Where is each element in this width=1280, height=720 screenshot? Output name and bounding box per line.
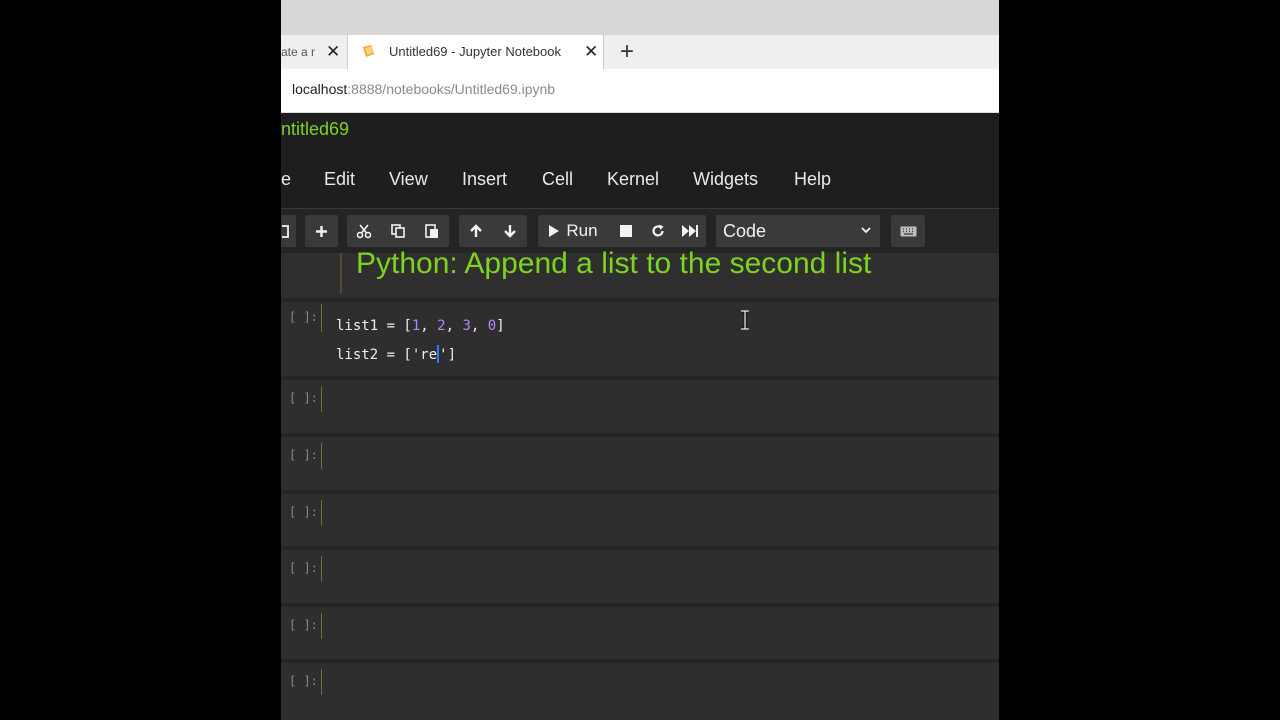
code-text: list2 = [ xyxy=(336,347,412,363)
tab-active-title: Untitled69 - Jupyter Notebook xyxy=(389,44,561,59)
code-number: 0 xyxy=(487,318,497,334)
code-text: list1 = [ xyxy=(336,318,412,334)
menu-bar: e Edit View Insert Cell Kernel Widgets H… xyxy=(281,169,999,193)
browser-window: ate a r ✕ Untitled69 - Jupyter Notebook … xyxy=(281,0,999,720)
cell-input-border xyxy=(321,386,322,412)
menu-kernel[interactable]: Kernel xyxy=(607,169,659,190)
code-line-1[interactable]: list1 = [1, 2, 3, 0] xyxy=(336,318,505,334)
cell-input-border xyxy=(321,613,322,639)
cell-prompt: [ ]: xyxy=(289,618,318,632)
jupyter-header: ntitled69 e Edit View Insert Cell Kernel… xyxy=(281,113,999,208)
code-string: 're xyxy=(411,347,438,363)
plus-icon[interactable]: + xyxy=(620,35,634,69)
code-text: ] xyxy=(447,347,457,363)
menu-insert[interactable]: Insert xyxy=(462,169,507,190)
code-cell[interactable]: [ ]: list1 = [1, 2, 3, 0] list2 = ['re '] xyxy=(281,298,999,380)
cell-prompt: [ ]: xyxy=(289,674,318,688)
run-group: Run xyxy=(538,215,706,247)
cell-type-value: Code xyxy=(723,221,767,241)
url-host: localhost xyxy=(292,81,348,97)
code-separator: , xyxy=(470,318,488,334)
address-bar[interactable]: localhost:8888/notebooks/Untitled69.ipyn… xyxy=(281,69,999,113)
restart-icon[interactable] xyxy=(642,215,674,247)
run-icon xyxy=(549,225,560,237)
run-label: Run xyxy=(566,221,598,240)
url-field[interactable]: localhost:8888/notebooks/Untitled69.ipyn… xyxy=(292,81,555,97)
copy-icon[interactable] xyxy=(381,215,415,247)
clipboard-group xyxy=(347,215,449,247)
paste-icon[interactable] xyxy=(415,215,449,247)
menu-cell[interactable]: Cell xyxy=(542,169,573,190)
cell-type-select[interactable]: Code xyxy=(716,215,880,247)
cell-prompt: [ ]: xyxy=(289,391,318,405)
cell-input-border xyxy=(321,443,322,469)
code-number: 3 xyxy=(462,318,471,334)
cell-input-border xyxy=(321,500,322,526)
tab-bar: ate a r ✕ Untitled69 - Jupyter Notebook … xyxy=(281,35,999,69)
move-group xyxy=(459,215,527,247)
menu-widgets[interactable]: Widgets xyxy=(693,169,758,190)
cell-prompt: [ ]: xyxy=(289,310,318,324)
close-icon[interactable]: ✕ xyxy=(326,35,340,69)
move-down-icon[interactable] xyxy=(493,215,527,247)
code-separator: , xyxy=(420,318,438,334)
jupyter-favicon xyxy=(363,45,374,57)
keyboard-icon xyxy=(891,215,925,247)
cell-input-border xyxy=(321,556,322,582)
code-cell[interactable]: [ ]: xyxy=(281,603,999,660)
add-cell-icon xyxy=(305,215,338,247)
notebook-area: Python: Append a list to the second list… xyxy=(281,247,999,720)
cell-prompt: [ ]: xyxy=(289,561,318,575)
cell-selection-bar xyxy=(340,253,342,293)
run-button[interactable]: Run xyxy=(538,215,608,247)
move-up-icon[interactable] xyxy=(459,215,493,247)
notebook-title[interactable]: ntitled69 xyxy=(281,119,349,140)
cell-input-border xyxy=(321,669,322,695)
close-icon[interactable]: ✕ xyxy=(584,35,598,69)
menu-view[interactable]: View xyxy=(389,169,428,190)
stop-icon[interactable] xyxy=(610,215,642,247)
tab-active[interactable]: Untitled69 - Jupyter Notebook ✕ xyxy=(348,35,604,69)
cell-input-border xyxy=(321,304,322,332)
markdown-heading: Python: Append a list to the second list xyxy=(356,247,872,280)
code-cell[interactable]: [ ]: xyxy=(281,490,999,547)
code-string: ' xyxy=(439,347,448,363)
cell-prompt: [ ]: xyxy=(289,505,318,519)
code-line-2[interactable]: list2 = ['re '] xyxy=(336,345,456,363)
url-path: :8888/notebooks/Untitled69.ipynb xyxy=(347,81,556,97)
code-number: 2 xyxy=(437,318,446,334)
cut-icon[interactable] xyxy=(347,215,381,247)
save-icon xyxy=(281,215,291,247)
window-top-strip xyxy=(281,0,999,35)
cell-prompt: [ ]: xyxy=(289,448,318,462)
tab-previous[interactable]: ate a r ✕ xyxy=(281,35,348,69)
fast-forward-icon[interactable] xyxy=(674,215,706,247)
menu-file[interactable]: e xyxy=(281,169,291,190)
tab-previous-title: ate a r xyxy=(281,45,315,59)
menu-help[interactable]: Help xyxy=(794,169,831,190)
keyboard-shortcuts-button[interactable] xyxy=(891,215,925,247)
text-cursor-icon xyxy=(741,310,749,330)
save-button[interactable] xyxy=(281,215,296,247)
code-text: ] xyxy=(496,318,505,334)
code-separator: , xyxy=(445,318,463,334)
code-cell[interactable]: [ ]: xyxy=(281,659,999,720)
code-cell[interactable]: [ ]: xyxy=(281,546,999,603)
code-cell[interactable]: [ ]: xyxy=(281,433,999,490)
code-cell[interactable]: [ ]: xyxy=(281,376,999,433)
insert-cell-button[interactable] xyxy=(305,215,338,247)
menu-edit[interactable]: Edit xyxy=(324,169,355,190)
markdown-cell[interactable]: Python: Append a list to the second list xyxy=(281,247,999,297)
